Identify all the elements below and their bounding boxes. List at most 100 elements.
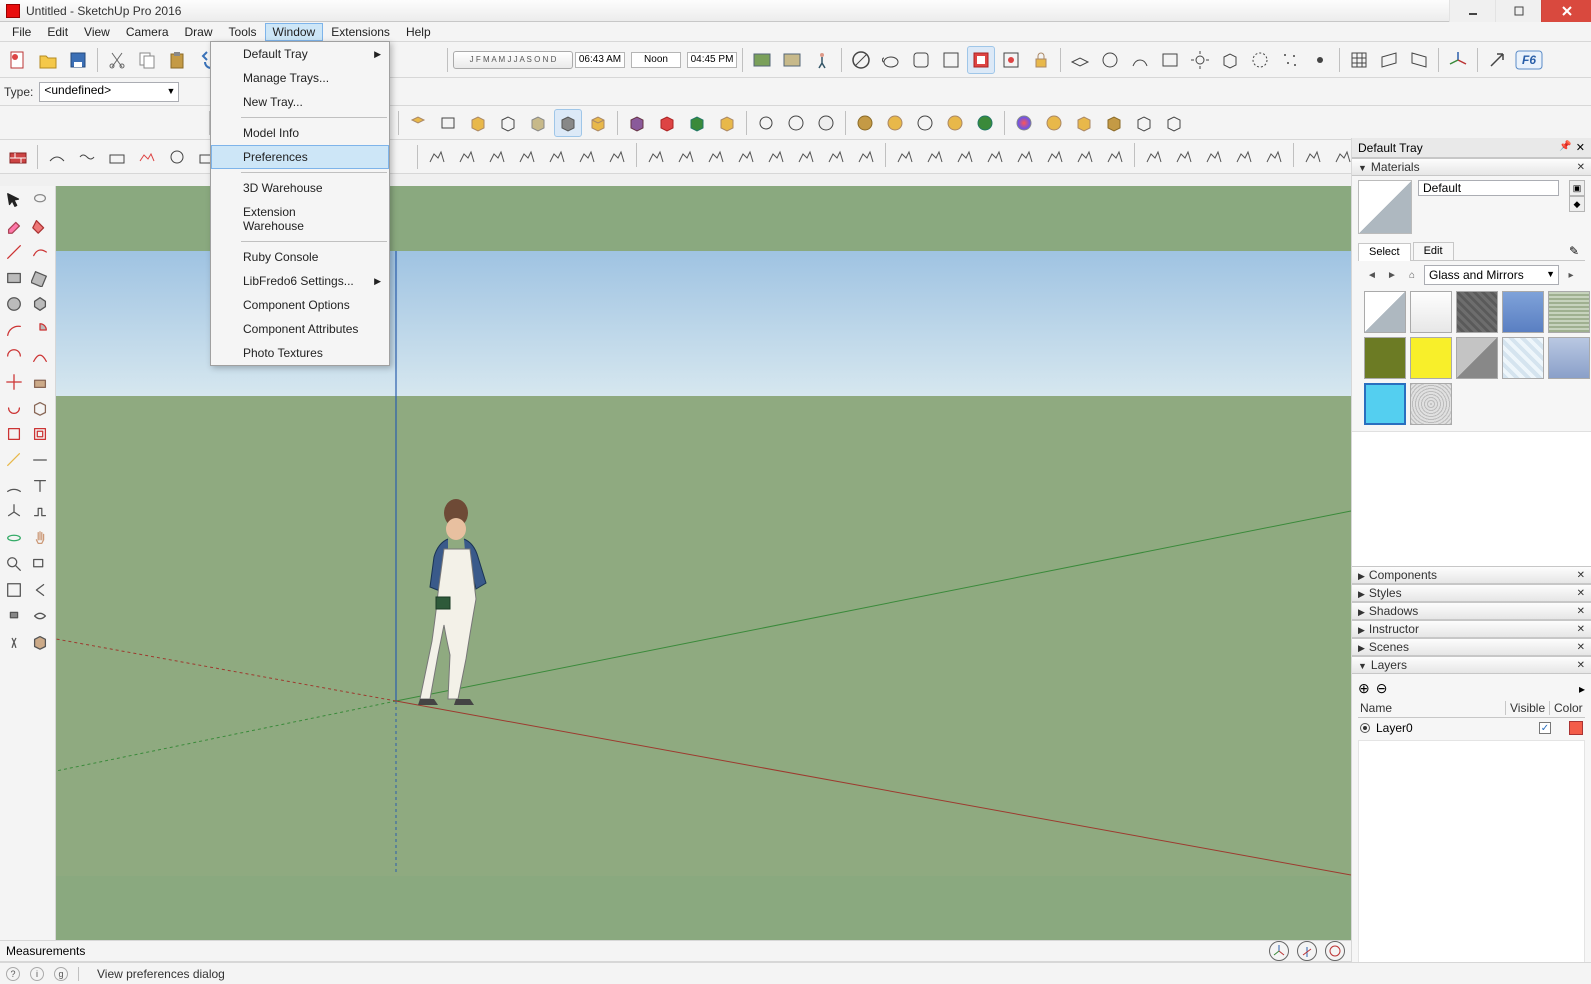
close-button[interactable]: [1541, 0, 1591, 22]
info-icon[interactable]: i: [30, 967, 44, 981]
position-camera-tool[interactable]: [2, 604, 26, 628]
layer-add-icon[interactable]: ⊕: [1358, 680, 1370, 697]
panel-close-icon[interactable]: ✕: [1577, 588, 1585, 599]
render-2-icon[interactable]: [937, 46, 965, 74]
profile-tool-13-icon[interactable]: [822, 143, 850, 171]
zoom-tool[interactable]: [2, 552, 26, 576]
profile-tool-20-icon[interactable]: [1041, 143, 1069, 171]
material-swatch-9[interactable]: [1548, 337, 1590, 379]
tab-edit[interactable]: Edit: [1413, 242, 1454, 260]
solid-3-icon[interactable]: [464, 109, 492, 137]
minimize-button[interactable]: [1449, 0, 1495, 22]
render-1-icon[interactable]: [907, 46, 935, 74]
aux-axes-3-icon[interactable]: [1325, 941, 1345, 961]
mat-3-icon[interactable]: [911, 109, 939, 137]
nav-home-icon[interactable]: ⌂: [1404, 267, 1420, 283]
mat-5-icon[interactable]: [971, 109, 999, 137]
pushpull-tool[interactable]: [28, 370, 52, 394]
solid-4-icon[interactable]: [494, 109, 522, 137]
render-region-icon[interactable]: [967, 46, 995, 74]
sandbox-3-icon[interactable]: [103, 143, 131, 171]
menu-manage-trays[interactable]: Manage Trays...: [211, 66, 389, 90]
color-sphere-icon[interactable]: [1010, 109, 1038, 137]
eraser-tool[interactable]: [2, 214, 26, 238]
lock-icon[interactable]: [1027, 46, 1055, 74]
hat-icon[interactable]: [1066, 46, 1094, 74]
tab-select[interactable]: Select: [1358, 243, 1411, 261]
profile-tool-28-icon[interactable]: [1299, 143, 1327, 171]
copy-button[interactable]: [133, 46, 161, 74]
previous-view-tool[interactable]: [28, 578, 52, 602]
sandbox-5-icon[interactable]: [163, 143, 191, 171]
material-swatch-0[interactable]: [1364, 291, 1406, 333]
f6-icon[interactable]: F6: [1513, 46, 1545, 74]
dyn-2-icon[interactable]: [782, 109, 810, 137]
axes-tool[interactable]: [2, 500, 26, 524]
panel-close-icon[interactable]: ✕: [1577, 624, 1585, 635]
components-panel-header[interactable]: ▶Components✕: [1352, 566, 1591, 584]
layer-menu-icon[interactable]: ▸: [1579, 682, 1585, 696]
profile-tool-6-icon[interactable]: [603, 143, 631, 171]
edu-2-icon[interactable]: [1126, 46, 1154, 74]
material-name-input[interactable]: Default: [1418, 180, 1559, 196]
dyn-3-icon[interactable]: [812, 109, 840, 137]
dimension-tool[interactable]: [28, 448, 52, 472]
select-tool[interactable]: [2, 188, 26, 212]
mat-1-icon[interactable]: [851, 109, 879, 137]
nav-fwd-icon[interactable]: ►: [1384, 267, 1400, 283]
sun-2-icon[interactable]: [1306, 46, 1334, 74]
profile-tool-11-icon[interactable]: [762, 143, 790, 171]
col-color[interactable]: Color: [1549, 701, 1583, 715]
profile-tool-24-icon[interactable]: [1170, 143, 1198, 171]
sun-icon[interactable]: [1186, 46, 1214, 74]
cut-button[interactable]: [103, 46, 131, 74]
rectangle-tool[interactable]: [2, 266, 26, 290]
zoom-window-tool[interactable]: [28, 552, 52, 576]
materials-panel-header[interactable]: ▼Materials ✕: [1352, 158, 1591, 176]
geo-location-button[interactable]: [748, 46, 776, 74]
profile-tool-10-icon[interactable]: [732, 143, 760, 171]
new-file-button[interactable]: [4, 46, 32, 74]
open-file-button[interactable]: [34, 46, 62, 74]
menu-item-draw[interactable]: Draw: [177, 23, 221, 41]
menu-item-view[interactable]: View: [76, 23, 118, 41]
material-swatch-5[interactable]: [1364, 337, 1406, 379]
material-preview[interactable]: [1358, 180, 1412, 234]
scenes-panel-header[interactable]: ▶Scenes✕: [1352, 638, 1591, 656]
solid-2-icon[interactable]: [434, 109, 462, 137]
month-slider[interactable]: J F M A M J J A S O N D: [453, 51, 573, 69]
instructor-panel-header[interactable]: ▶Instructor✕: [1352, 620, 1591, 638]
nav-menu-icon[interactable]: ▸: [1563, 267, 1579, 283]
material-category-select[interactable]: Glass and Mirrors▼: [1424, 265, 1559, 285]
circle-tool[interactable]: [2, 292, 26, 316]
material-swatch-4[interactable]: [1548, 291, 1590, 333]
profile-tool-5-icon[interactable]: [573, 143, 601, 171]
profile-tool-0-icon[interactable]: [423, 143, 451, 171]
profile-tool-19-icon[interactable]: [1011, 143, 1039, 171]
cube-wire-2-icon[interactable]: [1160, 109, 1188, 137]
menu-item-window[interactable]: Window: [265, 23, 324, 41]
material-swatch-10[interactable]: [1364, 383, 1406, 425]
comp-3-icon[interactable]: [683, 109, 711, 137]
styles-panel-header[interactable]: ▶Styles✕: [1352, 584, 1591, 602]
material-swatch-3[interactable]: [1502, 291, 1544, 333]
edu-3-icon[interactable]: [1156, 46, 1184, 74]
paint-bucket-tool[interactable]: [28, 214, 52, 238]
material-swatch-11[interactable]: [1410, 383, 1452, 425]
gold-cube-2-icon[interactable]: [1100, 109, 1128, 137]
nav-back-icon[interactable]: ◄: [1364, 267, 1380, 283]
paste-button[interactable]: [163, 46, 191, 74]
panel-close-icon[interactable]: ✕: [1577, 162, 1585, 173]
menu-ruby-console[interactable]: Ruby Console: [211, 245, 389, 269]
menu-extension-warehouse[interactable]: Extension Warehouse: [211, 200, 389, 238]
layer-color-swatch[interactable]: [1569, 721, 1583, 735]
grid-3-icon[interactable]: [1405, 46, 1433, 74]
pie-tool[interactable]: [28, 318, 52, 342]
material-swatch-2[interactable]: [1456, 291, 1498, 333]
profile-tool-14-icon[interactable]: [852, 143, 880, 171]
material-swatch-6[interactable]: [1410, 337, 1452, 379]
menu-item-extensions[interactable]: Extensions: [323, 23, 398, 41]
brick-icon[interactable]: [4, 143, 32, 171]
comp-2-icon[interactable]: [653, 109, 681, 137]
material-swatch-7[interactable]: [1456, 337, 1498, 379]
